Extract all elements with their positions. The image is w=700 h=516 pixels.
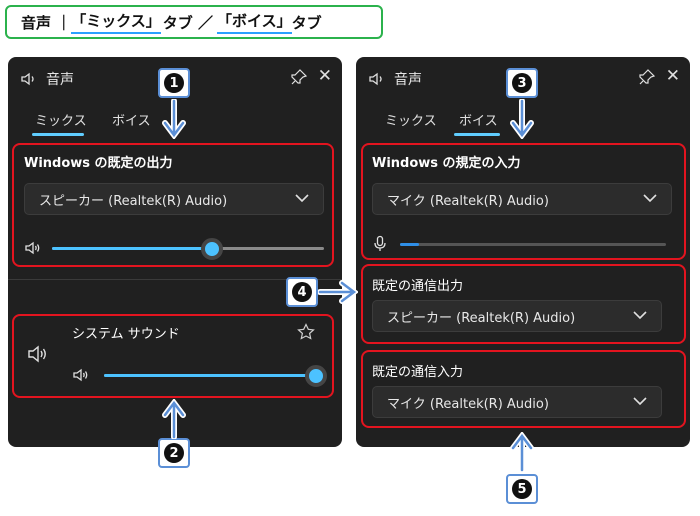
heading-voice: 「ボイス」 (217, 10, 292, 34)
heading-suffix: タブ (291, 13, 322, 32)
arrow-down-icon (162, 99, 186, 139)
tab-mix[interactable]: ミックス (35, 110, 87, 129)
arrow-up-icon (162, 399, 186, 439)
arrow-down-icon (510, 99, 534, 139)
callout-1: 1 (158, 68, 190, 98)
highlight-system-sound (12, 314, 334, 398)
highlight-comm-input (361, 350, 686, 428)
heading-mid: タブ ／ (162, 13, 214, 32)
arrow-up-icon (510, 432, 534, 472)
highlight-output (12, 143, 334, 267)
panel-title: 音声 (394, 72, 422, 88)
highlight-input (361, 143, 686, 260)
heading-mix: 「ミックス」 (71, 10, 161, 34)
close-icon[interactable]: ✕ (318, 67, 332, 85)
speaker-icon (369, 72, 382, 86)
callout-3: 3 (506, 68, 538, 98)
callout-4: 4 (286, 277, 318, 307)
panel-title: 音声 (46, 72, 74, 88)
tab-voice[interactable]: ボイス (459, 110, 498, 129)
highlight-comm-output (361, 264, 686, 344)
arrow-right-icon (318, 280, 358, 304)
callout-5: 5 (506, 474, 538, 504)
tab-voice[interactable]: ボイス (112, 110, 151, 129)
callout-2: 2 (158, 438, 190, 468)
pin-icon[interactable] (638, 68, 656, 86)
close-icon[interactable]: ✕ (666, 67, 680, 85)
tab-voice-indicator (454, 133, 500, 136)
tab-mix-indicator (32, 133, 84, 136)
heading-prefix: 音声 ｜ (21, 13, 72, 32)
speaker-icon (21, 72, 34, 86)
pin-icon[interactable] (290, 68, 308, 86)
page-heading: 音声 ｜ 「ミックス」 タブ ／ 「ボイス」 タブ (5, 5, 383, 39)
tab-mix[interactable]: ミックス (385, 110, 437, 129)
